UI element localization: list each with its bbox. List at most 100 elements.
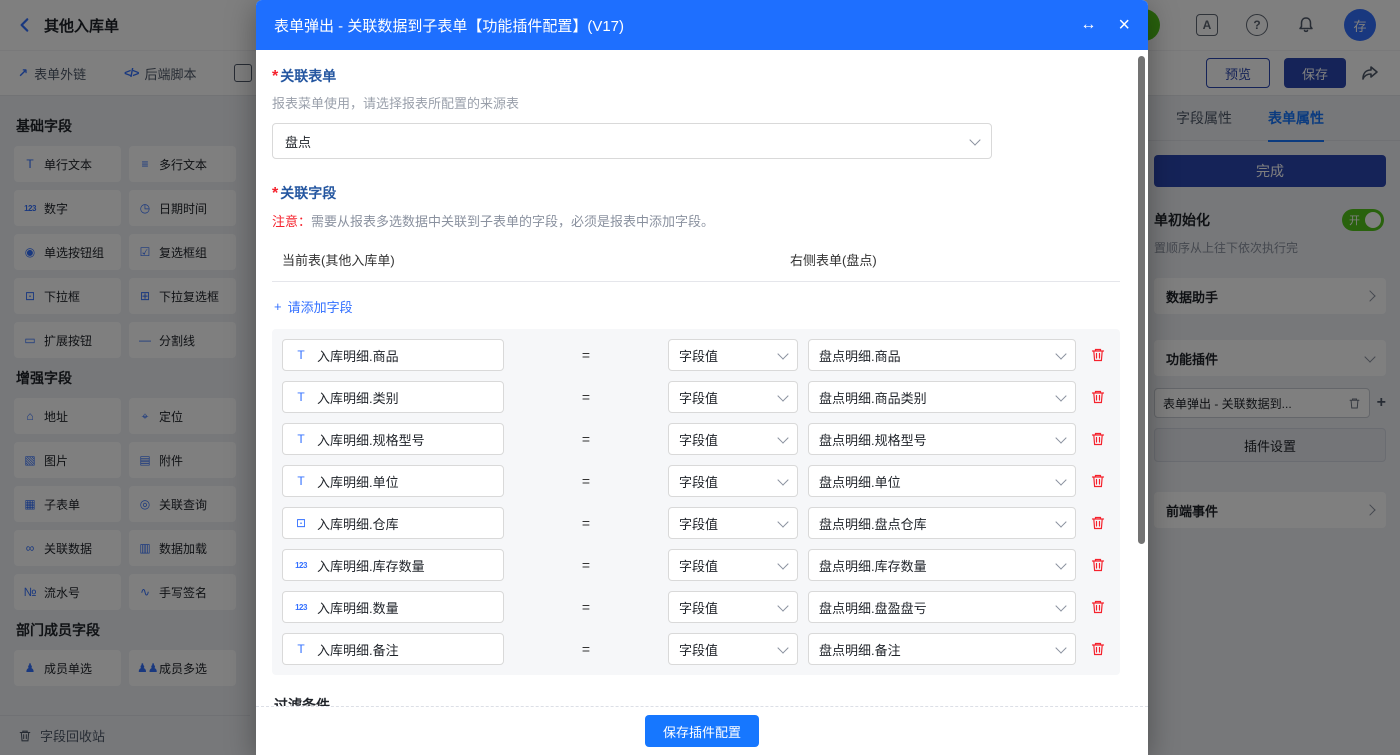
field-mapping-row: T 入库明细.商品 = 字段值 盘点明细.商品 (282, 339, 1110, 371)
target-field-select[interactable]: 盘点明细.盘盈盘亏 (808, 591, 1076, 623)
field-type-icon: T (293, 474, 309, 488)
source-field-box[interactable]: T 入库明细.备注 (282, 633, 504, 665)
delete-row-icon[interactable] (1086, 431, 1110, 447)
field-type-icon: T (293, 432, 309, 446)
value-type-select[interactable]: 字段值 (668, 339, 798, 371)
required-asterisk: * (272, 68, 278, 85)
modal-scrollbar[interactable] (1138, 56, 1145, 544)
source-field-box[interactable]: T 入库明细.类别 (282, 381, 504, 413)
target-field-select[interactable]: 盘点明细.规格型号 (808, 423, 1076, 455)
required-asterisk: * (272, 185, 278, 202)
target-field-value: 盘点明细.单位 (819, 472, 901, 491)
note-body: 需要从报表多选数据中关联到子表单的字段，必须是报表中添加字段。 (311, 214, 714, 229)
source-field-value: 入库明细.库存数量 (317, 556, 425, 575)
target-field-value: 盘点明细.库存数量 (819, 556, 927, 575)
value-type-value: 字段值 (679, 346, 718, 365)
value-type-value: 字段值 (679, 514, 718, 533)
source-field-box[interactable]: 123 入库明细.库存数量 (282, 549, 504, 581)
target-field-select[interactable]: 盘点明细.商品 (808, 339, 1076, 371)
field-mapping-row: T 入库明细.单位 = 字段值 盘点明细.单位 (282, 465, 1110, 497)
delete-row-icon[interactable] (1086, 599, 1110, 615)
value-type-value: 字段值 (679, 388, 718, 407)
linked-fields-label: 关联字段 (280, 185, 336, 201)
plus-icon: + (274, 299, 282, 314)
field-type-icon: 123 (293, 603, 309, 612)
field-type-icon: 123 (293, 561, 309, 570)
value-type-select[interactable]: 字段值 (668, 549, 798, 581)
value-type-select[interactable]: 字段值 (668, 423, 798, 455)
delete-row-icon[interactable] (1086, 473, 1110, 489)
target-field-value: 盘点明细.规格型号 (819, 430, 927, 449)
value-type-select[interactable]: 字段值 (668, 591, 798, 623)
close-icon[interactable]: × (1118, 15, 1130, 35)
field-type-icon: T (293, 390, 309, 404)
delete-row-icon[interactable] (1086, 389, 1110, 405)
expand-icon[interactable]: ↔ (1080, 16, 1096, 34)
source-field-value: 入库明细.备注 (317, 640, 399, 659)
linked-form-hint: 报表菜单使用，请选择报表所配置的来源表 (272, 93, 1120, 112)
modal-body: *关联表单 报表菜单使用，请选择报表所配置的来源表 盘点 *关联字段 注意：需要… (256, 50, 1148, 706)
chevron-down-icon (1055, 642, 1066, 653)
modal-title: 表单弹出 - 关联数据到子表单【功能插件配置】(V17) (274, 15, 1080, 36)
add-field-link[interactable]: + 请添加字段 (274, 297, 353, 316)
value-type-value: 字段值 (679, 556, 718, 575)
equals-sign: = (514, 557, 658, 573)
source-field-box[interactable]: 123 入库明细.数量 (282, 591, 504, 623)
chevron-down-icon (1055, 600, 1066, 611)
equals-sign: = (514, 599, 658, 615)
target-field-select[interactable]: 盘点明细.单位 (808, 465, 1076, 497)
field-mapping-row: T 入库明细.规格型号 = 字段值 盘点明细.规格型号 (282, 423, 1110, 455)
equals-sign: = (514, 473, 658, 489)
source-field-value: 入库明细.规格型号 (317, 430, 425, 449)
linked-form-label: 关联表单 (280, 68, 336, 84)
source-field-box[interactable]: T 入库明细.规格型号 (282, 423, 504, 455)
delete-row-icon[interactable] (1086, 557, 1110, 573)
value-type-value: 字段值 (679, 598, 718, 617)
target-field-select[interactable]: 盘点明细.备注 (808, 633, 1076, 665)
delete-row-icon[interactable] (1086, 515, 1110, 531)
right-table-header: 右侧表单(盘点) (790, 250, 877, 269)
field-mapping-row: 123 入库明细.库存数量 = 字段值 盘点明细.库存数量 (282, 549, 1110, 581)
chevron-down-icon (777, 474, 788, 485)
plugin-config-modal: 表单弹出 - 关联数据到子表单【功能插件配置】(V17) ↔ × *关联表单 报… (256, 0, 1148, 755)
value-type-value: 字段值 (679, 472, 718, 491)
target-field-value: 盘点明细.盘盈盘亏 (819, 598, 927, 617)
target-field-select[interactable]: 盘点明细.商品类别 (808, 381, 1076, 413)
chevron-down-icon (969, 134, 980, 145)
chevron-down-icon (1055, 474, 1066, 485)
field-type-icon: T (293, 348, 309, 362)
save-plugin-config-button[interactable]: 保存插件配置 (645, 715, 759, 747)
linked-form-select[interactable]: 盘点 (272, 123, 992, 159)
target-field-select[interactable]: 盘点明细.库存数量 (808, 549, 1076, 581)
target-field-select[interactable]: 盘点明细.盘点仓库 (808, 507, 1076, 539)
delete-row-icon[interactable] (1086, 641, 1110, 657)
value-type-select[interactable]: 字段值 (668, 381, 798, 413)
delete-row-icon[interactable] (1086, 347, 1110, 363)
target-field-value: 盘点明细.备注 (819, 640, 901, 659)
chevron-down-icon (1055, 558, 1066, 569)
add-field-label: 请添加字段 (288, 297, 353, 316)
source-field-box[interactable]: T 入库明细.单位 (282, 465, 504, 497)
value-type-value: 字段值 (679, 430, 718, 449)
current-table-header: 当前表(其他入库单) (282, 250, 790, 269)
value-type-select[interactable]: 字段值 (668, 633, 798, 665)
source-field-box[interactable]: T 入库明细.商品 (282, 339, 504, 371)
source-field-box[interactable]: ⊡ 入库明细.仓库 (282, 507, 504, 539)
equals-sign: = (514, 431, 658, 447)
field-mapping-row: T 入库明细.类别 = 字段值 盘点明细.商品类别 (282, 381, 1110, 413)
chevron-down-icon (1055, 348, 1066, 359)
chevron-down-icon (777, 642, 788, 653)
field-mapping-panel: T 入库明细.商品 = 字段值 盘点明细.商品 (272, 329, 1120, 675)
field-mapping-row: ⊡ 入库明细.仓库 = 字段值 盘点明细.盘点仓库 (282, 507, 1110, 539)
field-mapping-row: 123 入库明细.数量 = 字段值 盘点明细.盘盈盘亏 (282, 591, 1110, 623)
field-type-icon: ⊡ (293, 516, 309, 530)
value-type-select[interactable]: 字段值 (668, 507, 798, 539)
target-field-value: 盘点明细.盘点仓库 (819, 514, 927, 533)
value-type-value: 字段值 (679, 640, 718, 659)
value-type-select[interactable]: 字段值 (668, 465, 798, 497)
field-type-icon: T (293, 642, 309, 656)
source-field-value: 入库明细.类别 (317, 388, 399, 407)
source-field-value: 入库明细.单位 (317, 472, 399, 491)
note-prefix: 注意： (272, 214, 311, 229)
linked-form-select-value: 盘点 (285, 132, 311, 151)
